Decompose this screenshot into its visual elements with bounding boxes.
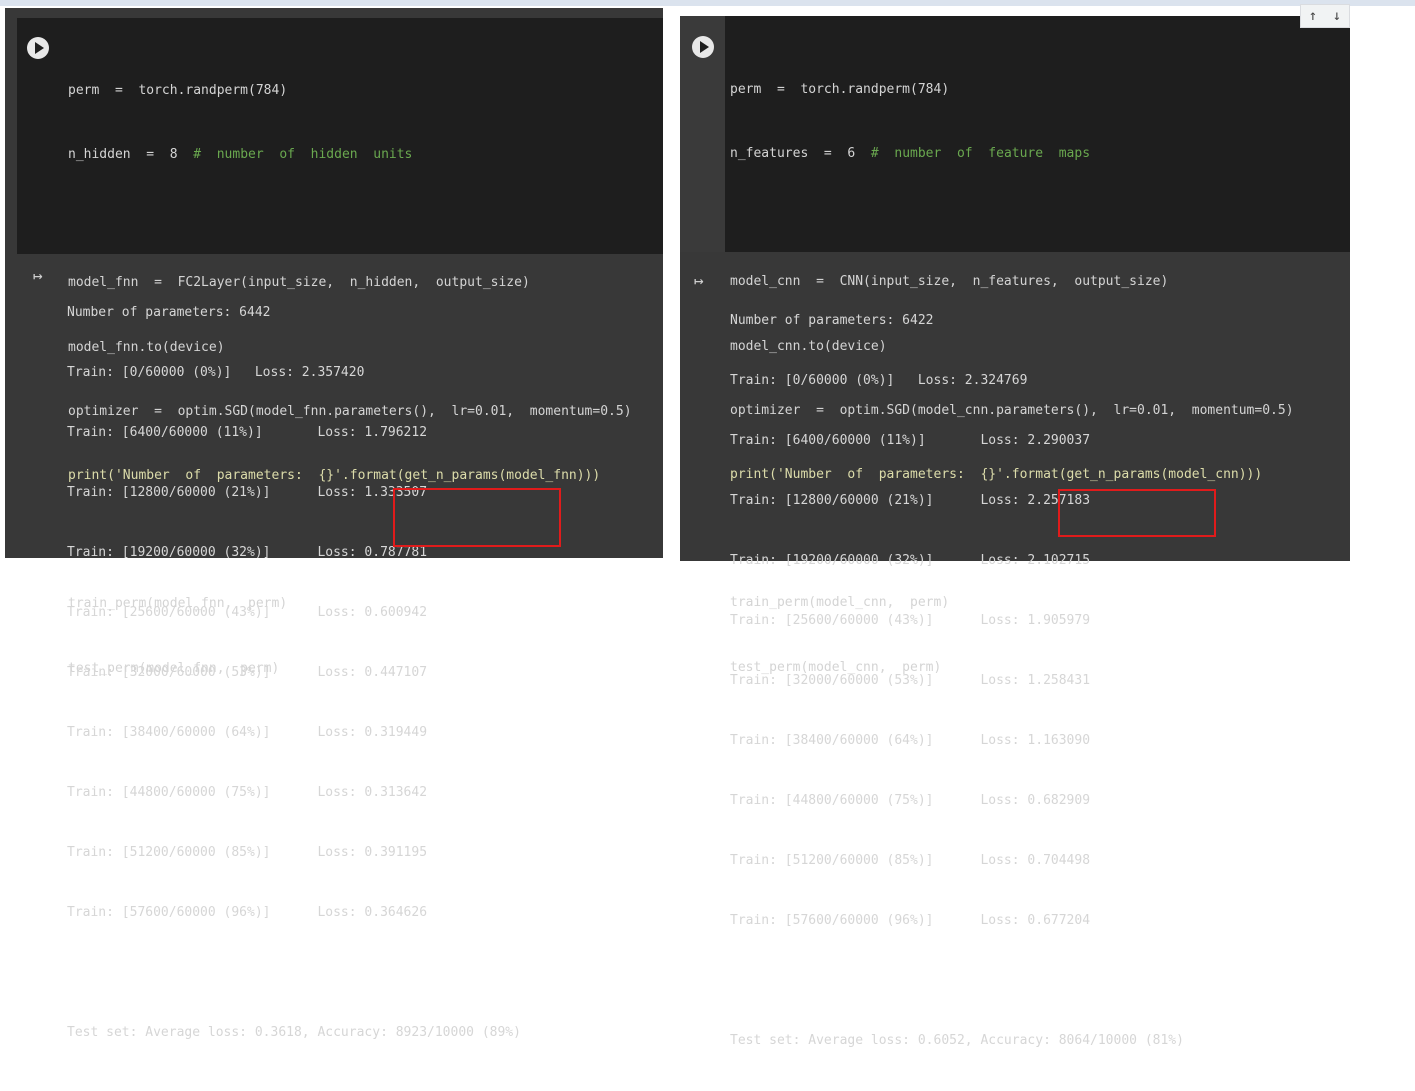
right-code-editor[interactable]: perm = torch.randperm(784) n_features = … — [680, 16, 1350, 675]
right-cell-body: perm = torch.randperm(784) n_features = … — [680, 16, 1350, 1048]
output-line: Train: [51200/60000 (85%)] Loss: 0.39119… — [67, 845, 428, 860]
code-comment: # number of feature maps — [870, 146, 1091, 162]
output-line: Train: [19200/60000 (32%)] Loss: 2.10271… — [730, 553, 1091, 568]
left-run-cell-button[interactable] — [27, 37, 49, 59]
code-line: n_hidden = 8 # number of hidden units — [68, 144, 632, 165]
accuracy-highlight-box — [393, 488, 561, 547]
code-line: perm = torch.randperm(784) — [730, 81, 950, 97]
code-comment: # number of hidden units — [193, 147, 413, 163]
code-text: n_features = 6 — [730, 146, 871, 162]
left-code-editor[interactable]: perm = torch.randperm(784) n_hidden = 8 … — [17, 18, 663, 676]
output-line: Train: [6400/60000 (11%)] Loss: 1.796212 — [67, 425, 428, 440]
test-result-line: Test set: Average loss: 0.3618, Accuracy… — [67, 1025, 521, 1040]
output-line: Train: [38400/60000 (64%)] Loss: 0.31944… — [67, 725, 428, 740]
output-line: Train: [38400/60000 (64%)] Loss: 1.16309… — [730, 733, 1091, 748]
right-notebook-cell: perm = torch.randperm(784) n_features = … — [670, 4, 1350, 1048]
output-line: Train: [25600/60000 (43%)] Loss: 1.90597… — [730, 613, 1091, 628]
window-top-strip — [0, 0, 1415, 6]
cell-toolbar: ↑ ↓ — [1300, 4, 1350, 28]
right-output-text: Number of parameters: 6422 Train: [0/600… — [730, 271, 1184, 1091]
arrow-up-icon[interactable]: ↑ — [1309, 8, 1317, 24]
output-line: Train: [57600/60000 (96%)] Loss: 0.67720… — [730, 913, 1091, 928]
right-run-cell-button[interactable] — [692, 36, 714, 58]
left-output-text: Number of parameters: 6442 Train: [0/600… — [67, 263, 521, 1083]
output-line: Train: [32000/60000 (53%)] Loss: 1.25843… — [730, 673, 1091, 688]
output-line: Train: [0/60000 (0%)] Loss: 2.357420 — [67, 365, 365, 380]
arrow-down-icon[interactable]: ↓ — [1333, 8, 1341, 24]
output-line: Train: [25600/60000 (43%)] Loss: 0.60094… — [67, 605, 428, 620]
code-line: perm = torch.randperm(784) — [68, 82, 288, 98]
code-line: n_features = 6 # number of feature maps — [730, 143, 1294, 164]
output-line: Train: [32000/60000 (53%)] Loss: 0.44710… — [67, 665, 428, 680]
left-notebook-cell: perm = torch.randperm(784) n_hidden = 8 … — [5, 8, 663, 1040]
output-line: Train: [51200/60000 (85%)] Loss: 0.70449… — [730, 853, 1091, 868]
output-arrow-icon[interactable]: ↦ — [694, 271, 704, 290]
output-line: Train: [44800/60000 (75%)] Loss: 0.31364… — [67, 785, 428, 800]
code-text: n_hidden = 8 — [68, 147, 194, 163]
output-line: Train: [57600/60000 (96%)] Loss: 0.36462… — [67, 905, 428, 920]
output-line: Train: [44800/60000 (75%)] Loss: 0.68290… — [730, 793, 1091, 808]
output-line: Number of parameters: 6442 — [67, 305, 271, 320]
play-icon — [700, 41, 709, 53]
output-line: Train: [6400/60000 (11%)] Loss: 2.290037 — [730, 433, 1091, 448]
output-arrow-icon[interactable]: ↦ — [33, 266, 43, 285]
accuracy-highlight-box — [1058, 489, 1216, 537]
output-line: Number of parameters: 6422 — [730, 313, 934, 328]
test-result-line: Test set: Average loss: 0.6052, Accuracy… — [730, 1033, 1184, 1048]
output-line: Train: [0/60000 (0%)] Loss: 2.324769 — [730, 373, 1028, 388]
play-icon — [35, 42, 44, 54]
